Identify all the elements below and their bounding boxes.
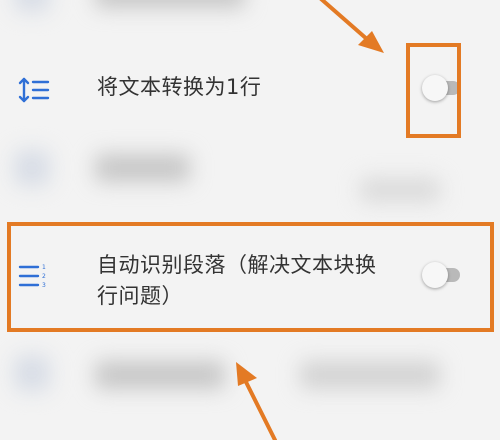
arrow-bottom-icon	[236, 362, 277, 440]
arrow-top-icon	[319, 0, 384, 53]
annotation-arrows	[236, 0, 384, 440]
settings-screen: 将文本转换为1行 1 2 3 自动识别段落（解决文本块换 行问题）	[0, 0, 500, 440]
